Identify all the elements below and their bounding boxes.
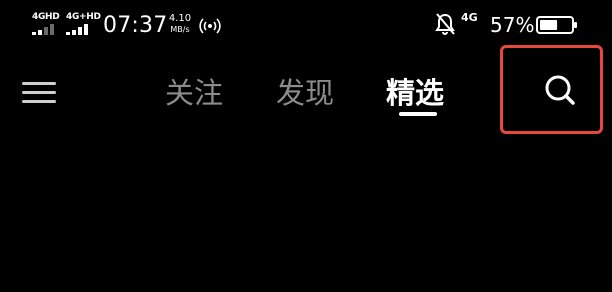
tab-follow[interactable]: 关注 <box>165 70 223 112</box>
sim1-signal: 4GHD <box>30 12 64 38</box>
sim2-network-type: 4G+HD <box>66 12 101 22</box>
status-time: 07:37 <box>103 13 168 38</box>
network-speed: 4.10 MB/s <box>165 13 195 35</box>
tab-featured[interactable]: 精选 <box>386 70 444 112</box>
wifi-hotspot-icon <box>199 18 221 34</box>
hamburger-menu-icon[interactable] <box>22 78 58 106</box>
battery-percent: 57% <box>490 13 535 37</box>
search-icon[interactable] <box>538 68 582 112</box>
sim2-signal: 4G+HD <box>64 12 101 38</box>
mobile-data-indicator: 4G <box>461 11 478 24</box>
network-speed-value: 4.10 <box>168 13 192 24</box>
active-tab-indicator <box>399 112 437 116</box>
tab-discover[interactable]: 发现 <box>276 70 334 112</box>
signal-bars-icon <box>66 24 94 35</box>
sim1-network-type: 4GHD <box>32 12 60 22</box>
top-navigation: 关注 发现 精选 <box>0 45 612 134</box>
network-speed-unit: MB/s <box>170 25 190 34</box>
signal-bars-icon <box>32 24 60 35</box>
bell-off-icon <box>435 13 455 35</box>
battery-icon <box>536 16 577 34</box>
status-bar: 4GHD 4G+HD 07:37 4.10 MB/s 4G 57% <box>0 0 612 50</box>
